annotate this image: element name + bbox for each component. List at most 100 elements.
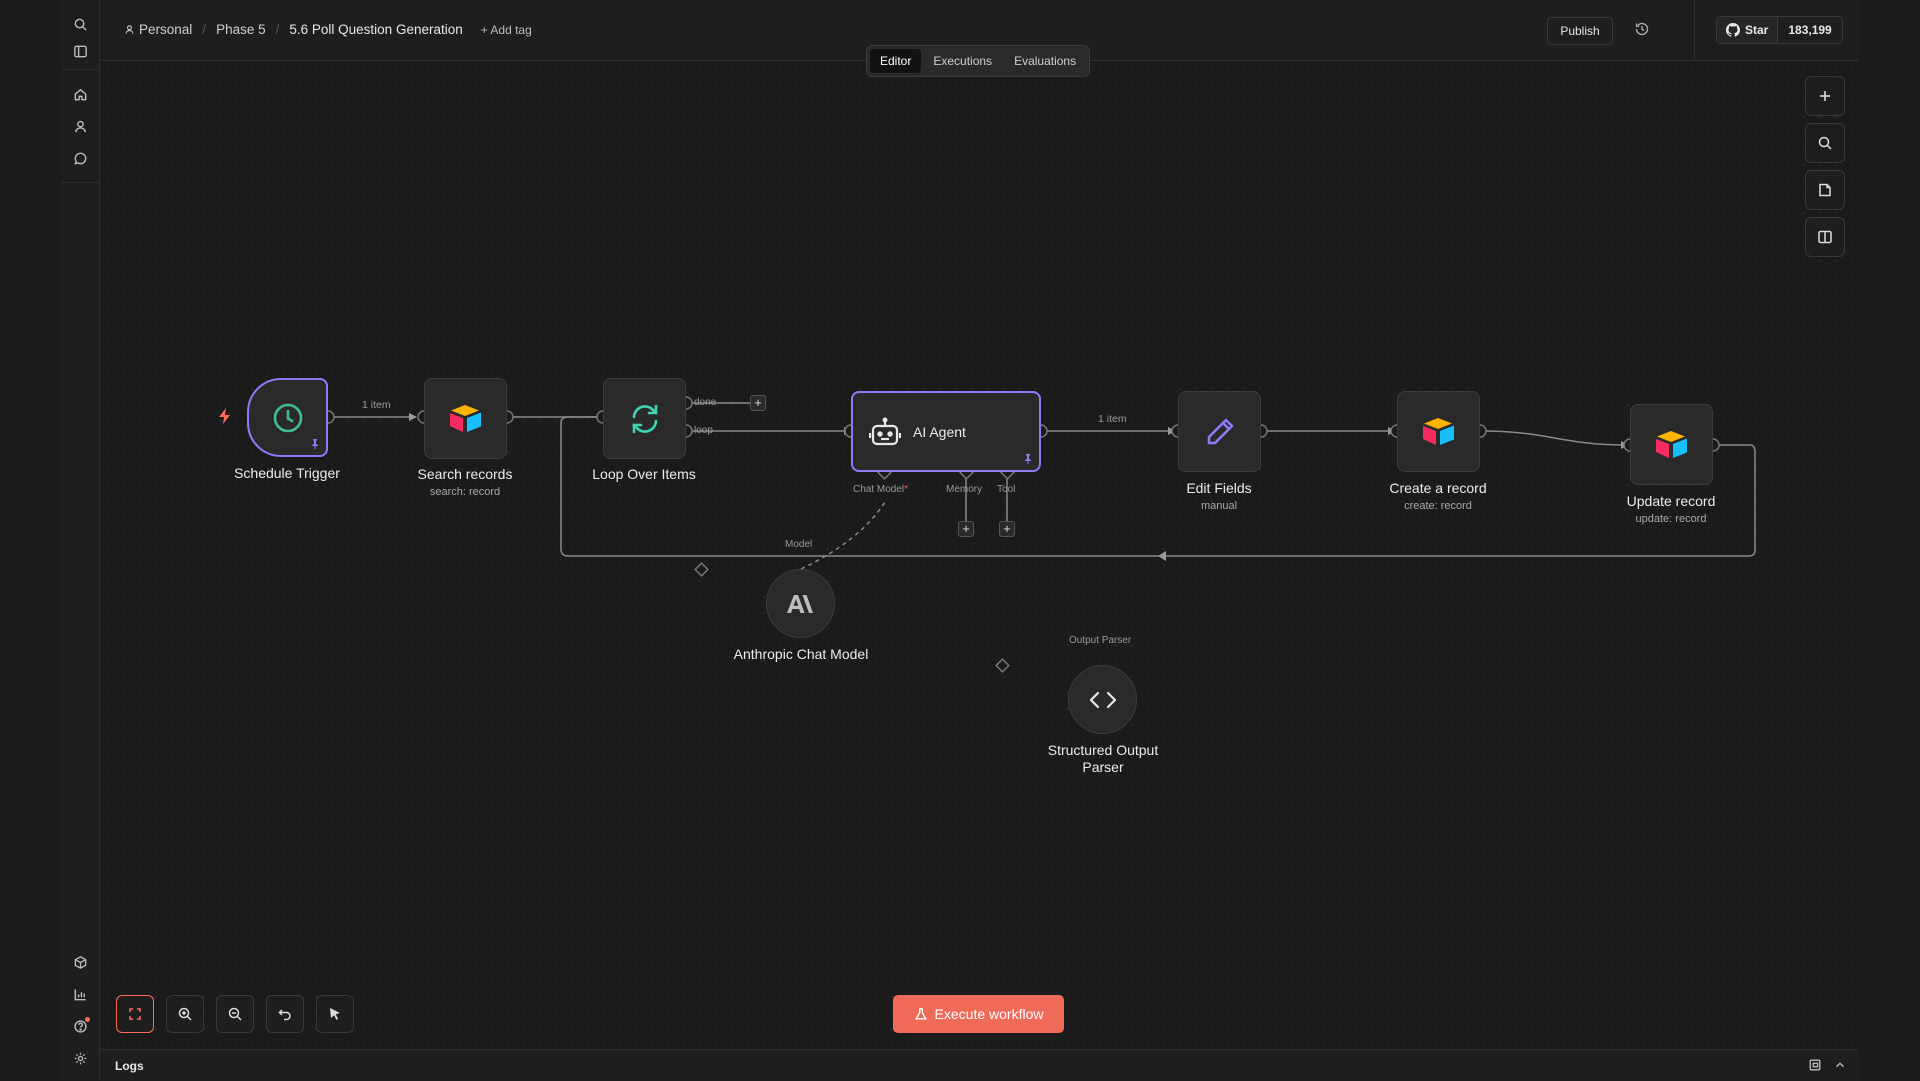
edge-label: 1 item (1098, 413, 1127, 425)
node-title: Anthropic Chat Model (733, 646, 869, 662)
cursor-icon (330, 1008, 340, 1020)
zoom-out-icon (228, 1007, 242, 1021)
add-memory-button[interactable]: + (958, 521, 974, 537)
home-icon[interactable] (68, 82, 92, 106)
undo-icon (278, 1009, 291, 1021)
node-subtitle: update: record (1635, 513, 1707, 525)
node-subtitle: search: record (429, 486, 501, 498)
node-title: Update record (1626, 493, 1716, 509)
node-schedule-trigger[interactable] (247, 378, 328, 457)
anthropic-icon (786, 594, 813, 613)
connection-model-agent (800, 501, 886, 570)
logs-panel[interactable]: Logs (100, 1049, 1859, 1081)
add-tool-button[interactable]: + (999, 521, 1015, 537)
breadcrumb-project-label: Personal (139, 22, 193, 37)
chevron-up-icon[interactable] (1833, 1058, 1847, 1072)
node-title: AI Agent (913, 423, 966, 440)
tab-editor[interactable]: Editor (870, 49, 922, 73)
zoom-in-button[interactable] (166, 995, 204, 1033)
port-parser-output (995, 658, 1010, 673)
node-create-record[interactable] (1397, 391, 1480, 472)
view-tabs: Editor Executions Evaluations (866, 45, 1091, 77)
node-title: Create a record (1389, 480, 1487, 496)
required-mark: * (904, 484, 909, 495)
connection-create-update (1479, 430, 1629, 449)
node-title: Search records (417, 466, 513, 482)
workflow-name[interactable]: 5.6 Poll Question Generation (289, 22, 462, 37)
sidebar-divider (61, 69, 99, 70)
breadcrumb-separator: / (275, 22, 280, 37)
github-star-part[interactable]: Star (1717, 17, 1779, 43)
settings-icon[interactable] (68, 1046, 92, 1070)
search-nodes-button[interactable] (1805, 123, 1845, 163)
pin-icon (1025, 454, 1031, 464)
add-node-button[interactable] (1805, 76, 1845, 116)
node-subtitle: manual (1200, 500, 1238, 512)
fit-view-button[interactable] (116, 995, 154, 1033)
trigger-bolt-icon (219, 408, 230, 424)
code-icon (1089, 691, 1116, 708)
node-anthropic-chat-model[interactable] (766, 569, 835, 638)
history-icon[interactable] (1634, 21, 1652, 39)
edge-label: 1 item (362, 399, 391, 411)
node-update-record[interactable] (1630, 404, 1713, 485)
flask-icon (914, 1008, 927, 1020)
notification-dot (85, 1017, 90, 1022)
port-label-done: done (694, 397, 717, 408)
pop-out-icon[interactable] (1808, 1058, 1822, 1072)
loopback-arrowhead (1158, 551, 1166, 561)
connections-layer (321, 396, 1756, 673)
robot-icon (869, 417, 901, 445)
person-icon (125, 25, 134, 34)
plus-icon (1820, 91, 1830, 101)
github-star-button[interactable]: Star 183,199 (1716, 16, 1843, 44)
port-anthropic-model (694, 562, 709, 577)
search-icon[interactable] (68, 12, 92, 36)
port-label-chat-model-text: Chat Model (853, 484, 905, 495)
clock-icon (273, 403, 302, 432)
sticky-note-icon (1819, 183, 1831, 197)
help-icon[interactable] (68, 1014, 92, 1038)
left-gutter (0, 0, 61, 1080)
breadcrumb-folder[interactable]: Phase 5 (216, 22, 266, 37)
sidebar-divider (61, 182, 99, 183)
chat-icon[interactable] (68, 146, 92, 170)
search-icon (1818, 136, 1832, 150)
node-loop-over-items[interactable] (603, 378, 686, 459)
logs-title: Logs (115, 1059, 144, 1073)
header-divider (1694, 0, 1695, 60)
sticky-note-button[interactable] (1805, 170, 1845, 210)
toggle-panel-button[interactable] (1805, 217, 1845, 257)
execute-workflow-button[interactable]: Execute workflow (893, 995, 1064, 1033)
add-node-done-button[interactable]: + (750, 395, 766, 411)
templates-icon[interactable] (68, 950, 92, 974)
toggle-sidebar-icon[interactable] (68, 39, 92, 63)
zoom-out-button[interactable] (216, 995, 254, 1033)
select-tool-button[interactable] (316, 995, 354, 1033)
node-search-records[interactable] (424, 378, 507, 459)
undo-button[interactable] (266, 995, 304, 1033)
port-label-output-parser: Output Parser (1069, 635, 1132, 646)
node-edit-fields[interactable] (1178, 391, 1261, 472)
pencil-icon (1207, 418, 1233, 444)
node-title: Loop Over Items (592, 466, 696, 482)
pin-icon (312, 439, 318, 449)
port-label-memory: Memory (946, 484, 983, 495)
airtable-icon (1422, 417, 1454, 445)
insights-icon[interactable] (68, 982, 92, 1006)
node-ai-agent[interactable]: AI Agent (851, 391, 1041, 472)
tab-evaluations[interactable]: Evaluations (1004, 49, 1086, 73)
github-icon (1726, 23, 1740, 37)
workflow-canvas[interactable]: Schedule Trigger 1 item Search records s… (100, 61, 1859, 1049)
add-tag-button[interactable]: + Add tag (481, 23, 532, 37)
github-star-label: Star (1745, 23, 1769, 37)
airtable-icon (1655, 430, 1687, 458)
breadcrumb-project[interactable]: Personal (124, 22, 192, 37)
breadcrumb-separator: / (202, 22, 207, 37)
user-icon[interactable] (68, 114, 92, 138)
airtable-icon (449, 404, 481, 432)
tab-executions[interactable]: Executions (923, 49, 1002, 73)
loop-icon (632, 404, 657, 433)
node-structured-output-parser[interactable] (1068, 665, 1137, 734)
publish-button[interactable]: Publish (1547, 17, 1613, 45)
